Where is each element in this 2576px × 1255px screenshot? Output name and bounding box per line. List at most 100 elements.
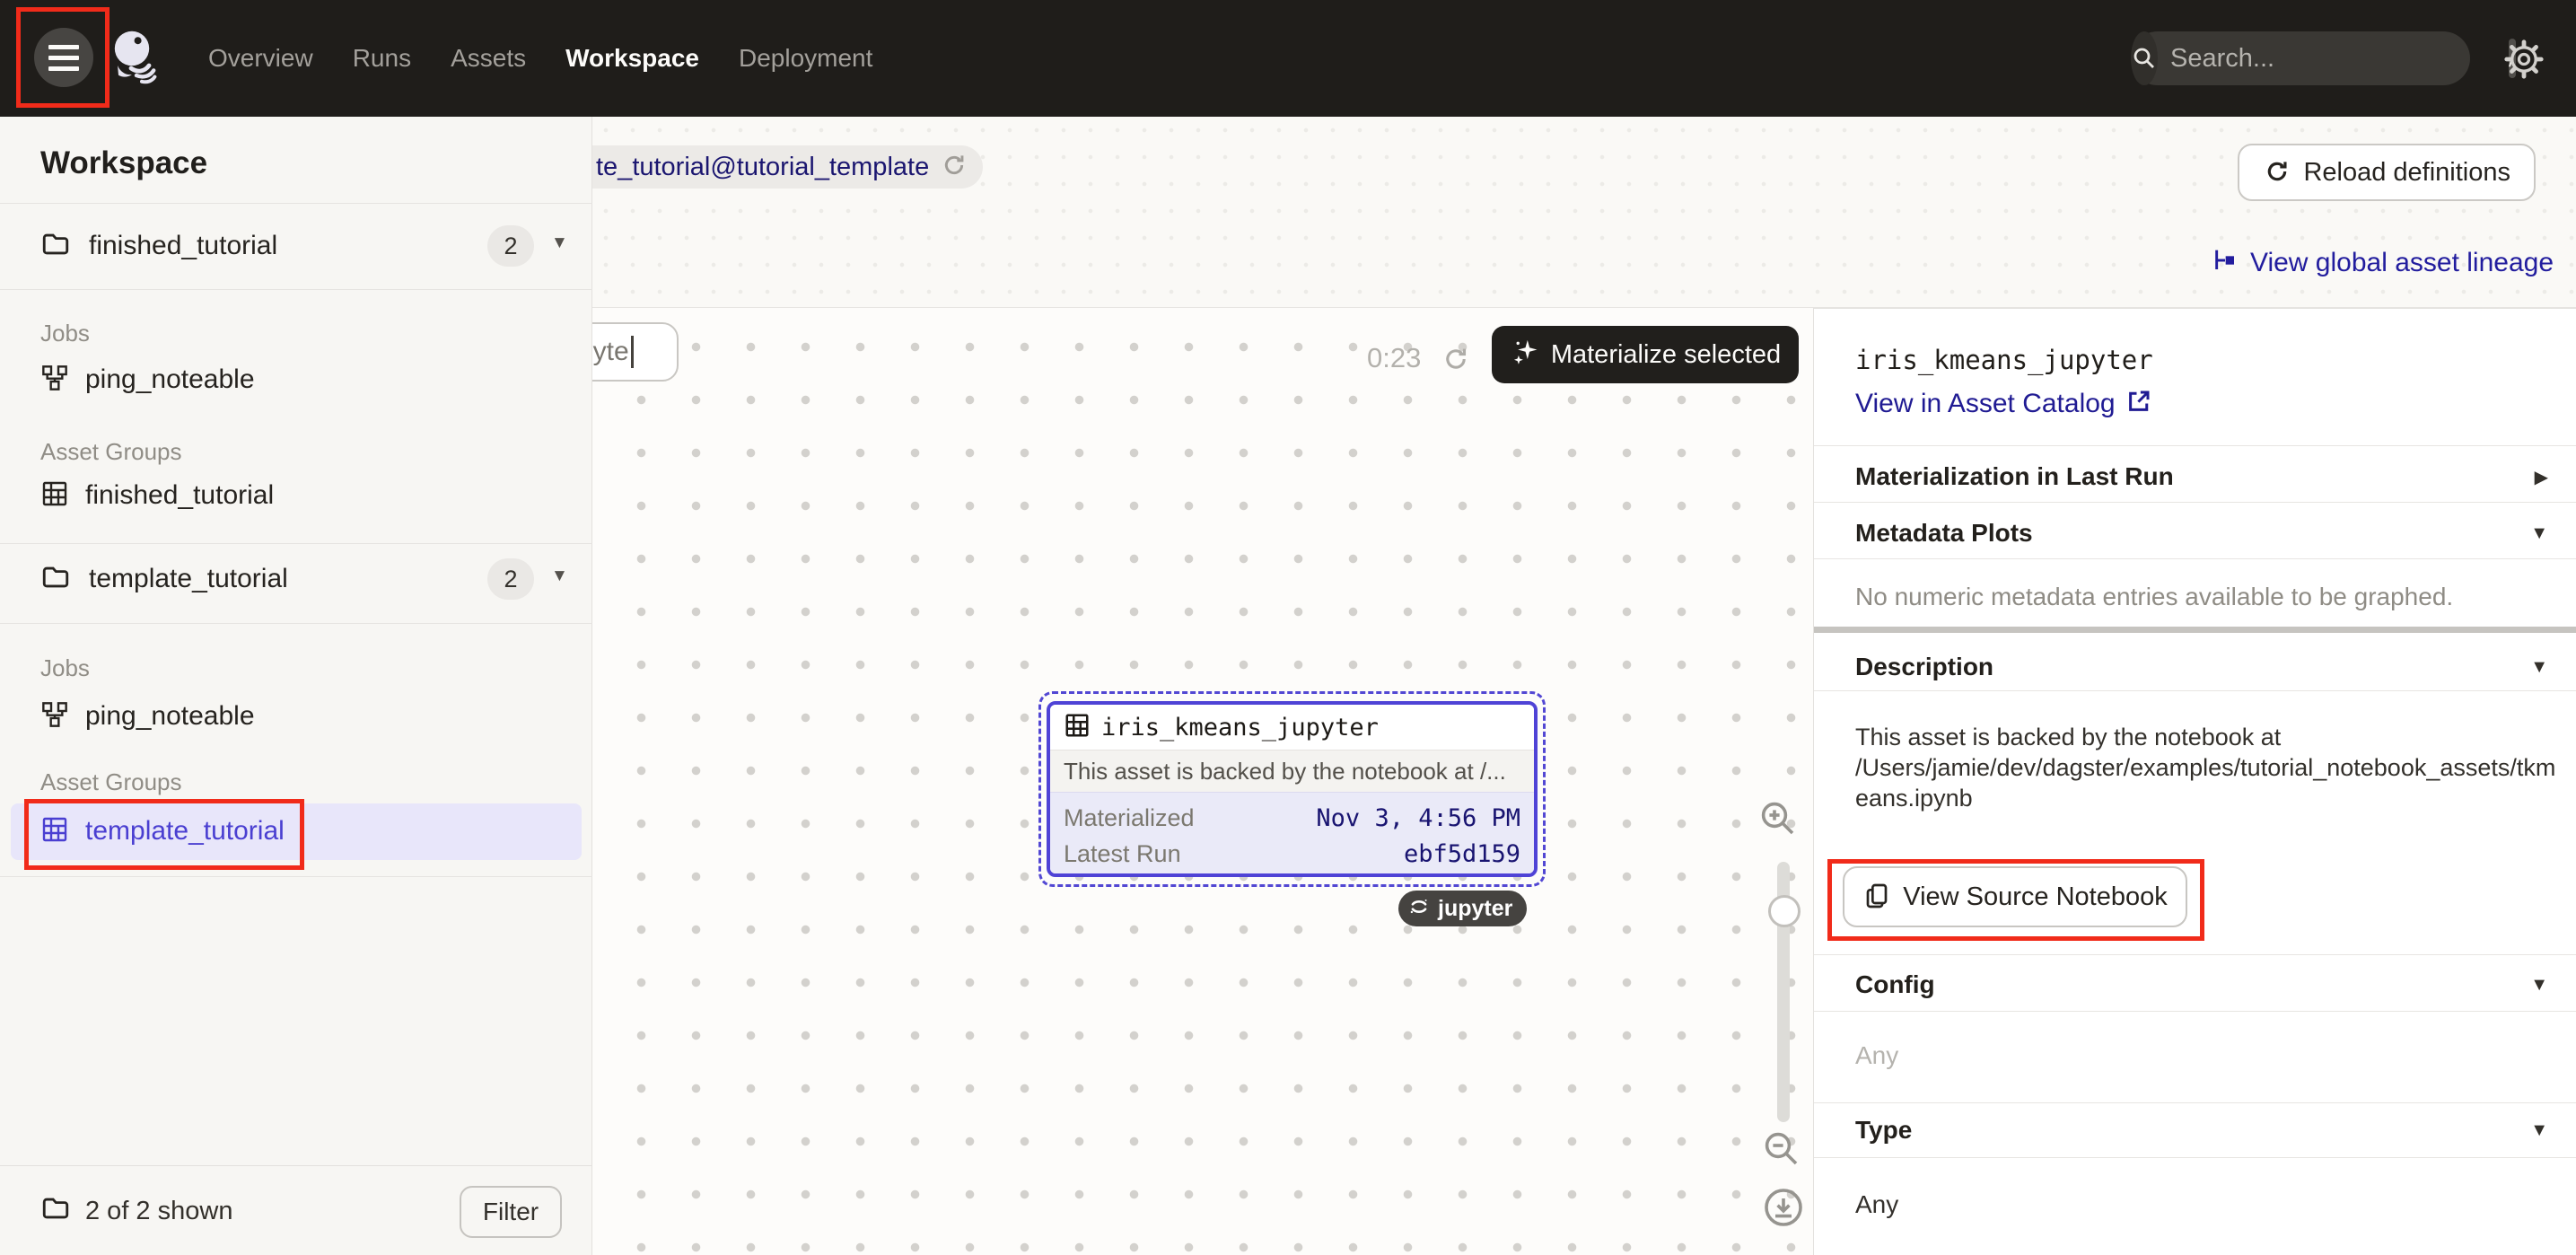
asset-node-description: This asset is backed by the notebook at …: [1050, 750, 1534, 792]
description-text: This asset is backed by the notebook at …: [1855, 722, 2564, 813]
type-value: Any: [1855, 1190, 1898, 1219]
top-nav: Overview Runs Assets Workspace Deploymen…: [0, 0, 2576, 117]
metadata-empty-message: No numeric metadata entries available to…: [1855, 583, 2453, 611]
chevron-right-icon[interactable]: ▶: [2535, 466, 2548, 488]
refresh-icon[interactable]: [940, 151, 968, 184]
nav-overview[interactable]: Overview: [208, 44, 313, 73]
nav-runs[interactable]: Runs: [353, 44, 411, 73]
nav-deployment[interactable]: Deployment: [739, 44, 872, 73]
section-type[interactable]: Type ▼: [1814, 1113, 2576, 1147]
compute-kind-tag-jupyter[interactable]: jupyter: [1398, 891, 1527, 926]
shown-count: 2 of 2 shown: [85, 1197, 232, 1226]
job-icon: [40, 364, 69, 397]
settings-gear-icon[interactable]: [2504, 39, 2544, 83]
chevron-down-icon[interactable]: ▼: [2530, 1120, 2548, 1141]
dagster-app: Overview Runs Assets Workspace Deploymen…: [0, 0, 2576, 1255]
view-source-notebook-label: View Source Notebook: [1903, 882, 2167, 912]
stat-label: Materialized: [1064, 804, 1195, 832]
hamburger-icon: [48, 45, 79, 49]
repo-location-label: te_tutorial@tutorial_template: [596, 153, 929, 182]
asset-node-header: iris_kmeans_jupyter: [1050, 705, 1534, 750]
nav-assets[interactable]: Assets: [451, 44, 526, 73]
materialize-selected-label: Materialize selected: [1551, 340, 1781, 370]
compute-kind-label: jupyter: [1438, 896, 1512, 922]
zoom-slider-thumb[interactable]: [1768, 895, 1801, 927]
chevron-down-icon[interactable]: ▼: [2530, 657, 2548, 678]
section-config[interactable]: Config ▼: [1814, 968, 2576, 1002]
nav-workspace[interactable]: Workspace: [565, 44, 699, 73]
filter-button[interactable]: Filter: [460, 1186, 562, 1238]
external-link-icon: [2125, 388, 2152, 419]
sidebar-footer: 2 of 2 shown Filter: [0, 1165, 592, 1255]
sidebar-item-group-finished-tutorial[interactable]: finished_tutorial: [0, 472, 592, 519]
asset-node-stats: Materialized Nov 3, 4:56 PM Latest Run e…: [1050, 792, 1534, 874]
materialize-selected-button[interactable]: Materialize selected: [1492, 326, 1799, 383]
repo-name: template_tutorial: [89, 564, 288, 594]
table-icon: [1064, 712, 1091, 743]
stat-value[interactable]: Nov 3, 4:56 PM: [1316, 804, 1520, 832]
refresh-icon[interactable]: [1441, 344, 1471, 379]
asset-group-icon: [40, 815, 69, 848]
section-description[interactable]: Description ▼: [1814, 650, 2576, 684]
stat-value[interactable]: ebf5d159: [1404, 840, 1520, 868]
view-source-notebook-button[interactable]: View Source Notebook: [1843, 866, 2187, 927]
jobs-section-label: Jobs: [40, 320, 90, 347]
jupyter-logo-icon: [1407, 895, 1431, 923]
chevron-down-icon[interactable]: ▼: [2530, 975, 2548, 996]
reload-definitions-button[interactable]: Reload definitions: [2238, 144, 2536, 201]
asset-groups-section-label: Asset Groups: [40, 768, 182, 796]
search-input[interactable]: [2158, 44, 2509, 74]
asset-node-title: iris_kmeans_jupyter: [1101, 714, 1379, 742]
hamburger-menu-button[interactable]: [34, 28, 93, 87]
asset-graph-canvas[interactable]: pyte 0:23 Materialize selected: [592, 308, 1813, 1255]
copy-icon: [1862, 882, 1891, 913]
section-metadata-plots[interactable]: Metadata Plots ▼: [1814, 516, 2576, 550]
refresh-icon: [2263, 157, 2291, 189]
workspace-sidebar: Workspace finished_tutorial 2 ▼ Jobs pin…: [0, 117, 592, 1255]
section-divider: [1814, 627, 2576, 633]
asset-group-label: finished_tutorial: [85, 480, 274, 511]
chevron-down-icon[interactable]: ▼: [2530, 523, 2548, 544]
repo-count-badge: 2: [487, 225, 534, 267]
repo-location-chip[interactable]: te_tutorial@tutorial_template: [592, 145, 983, 189]
config-value: Any: [1855, 1041, 1898, 1070]
view-in-asset-catalog-label: View in Asset Catalog: [1855, 389, 2116, 419]
reload-definitions-label: Reload definitions: [2303, 158, 2510, 188]
zoom-out-icon[interactable]: [1760, 1128, 1803, 1175]
chevron-down-icon[interactable]: ▼: [551, 566, 568, 586]
primary-nav: Overview Runs Assets Workspace Deploymen…: [208, 0, 872, 117]
dagster-logo-icon: [110, 29, 165, 91]
asset-details-panel: iris_kmeans_jupyter View in Asset Catalo…: [1813, 308, 2576, 1255]
refresh-timer: 0:23: [1367, 342, 1421, 374]
repo-count-badge: 2: [487, 558, 534, 600]
jobs-section-label: Jobs: [40, 654, 90, 682]
asset-group-label: template_tutorial: [85, 816, 285, 847]
sparkle-icon: [1510, 338, 1540, 373]
section-materialization-in-last-run[interactable]: Materialization in Last Run ▶: [1814, 460, 2576, 494]
asset-group-icon: [40, 479, 69, 513]
view-global-asset-lineage-link[interactable]: View global asset lineage: [2211, 246, 2554, 279]
sidebar-item-job-ping-noteable-2[interactable]: ping_noteable: [0, 693, 592, 740]
repo-name: finished_tutorial: [89, 231, 277, 261]
job-label: ping_noteable: [85, 364, 255, 395]
asset-node-iris-kmeans-jupyter[interactable]: iris_kmeans_jupyter This asset is backed…: [1047, 701, 1538, 877]
folder-icon: [40, 1193, 71, 1228]
asset-node-selection-outline: iris_kmeans_jupyter This asset is backed…: [1038, 691, 1546, 887]
sidebar-item-group-template-tutorial[interactable]: template_tutorial: [0, 808, 592, 855]
job-icon: [40, 700, 69, 733]
stat-label: Latest Run: [1064, 840, 1181, 868]
view-in-asset-catalog-link[interactable]: View in Asset Catalog: [1855, 388, 2152, 419]
global-search[interactable]: /: [2131, 31, 2470, 85]
sidebar-item-job-ping-noteable[interactable]: ping_noteable: [0, 356, 592, 403]
download-icon[interactable]: [1762, 1186, 1805, 1233]
main-header: te_tutorial@tutorial_template Reload def…: [592, 117, 2576, 308]
sidebar-title: Workspace: [40, 145, 207, 181]
lineage-icon: [2211, 246, 2239, 279]
text-cursor: [631, 336, 634, 368]
search-icon: [2131, 31, 2158, 85]
asset-groups-section-label: Asset Groups: [40, 438, 182, 466]
chevron-down-icon[interactable]: ▼: [551, 233, 568, 253]
folder-icon: [40, 562, 71, 597]
view-global-asset-lineage-label: View global asset lineage: [2250, 248, 2554, 278]
zoom-in-icon[interactable]: [1757, 797, 1800, 845]
